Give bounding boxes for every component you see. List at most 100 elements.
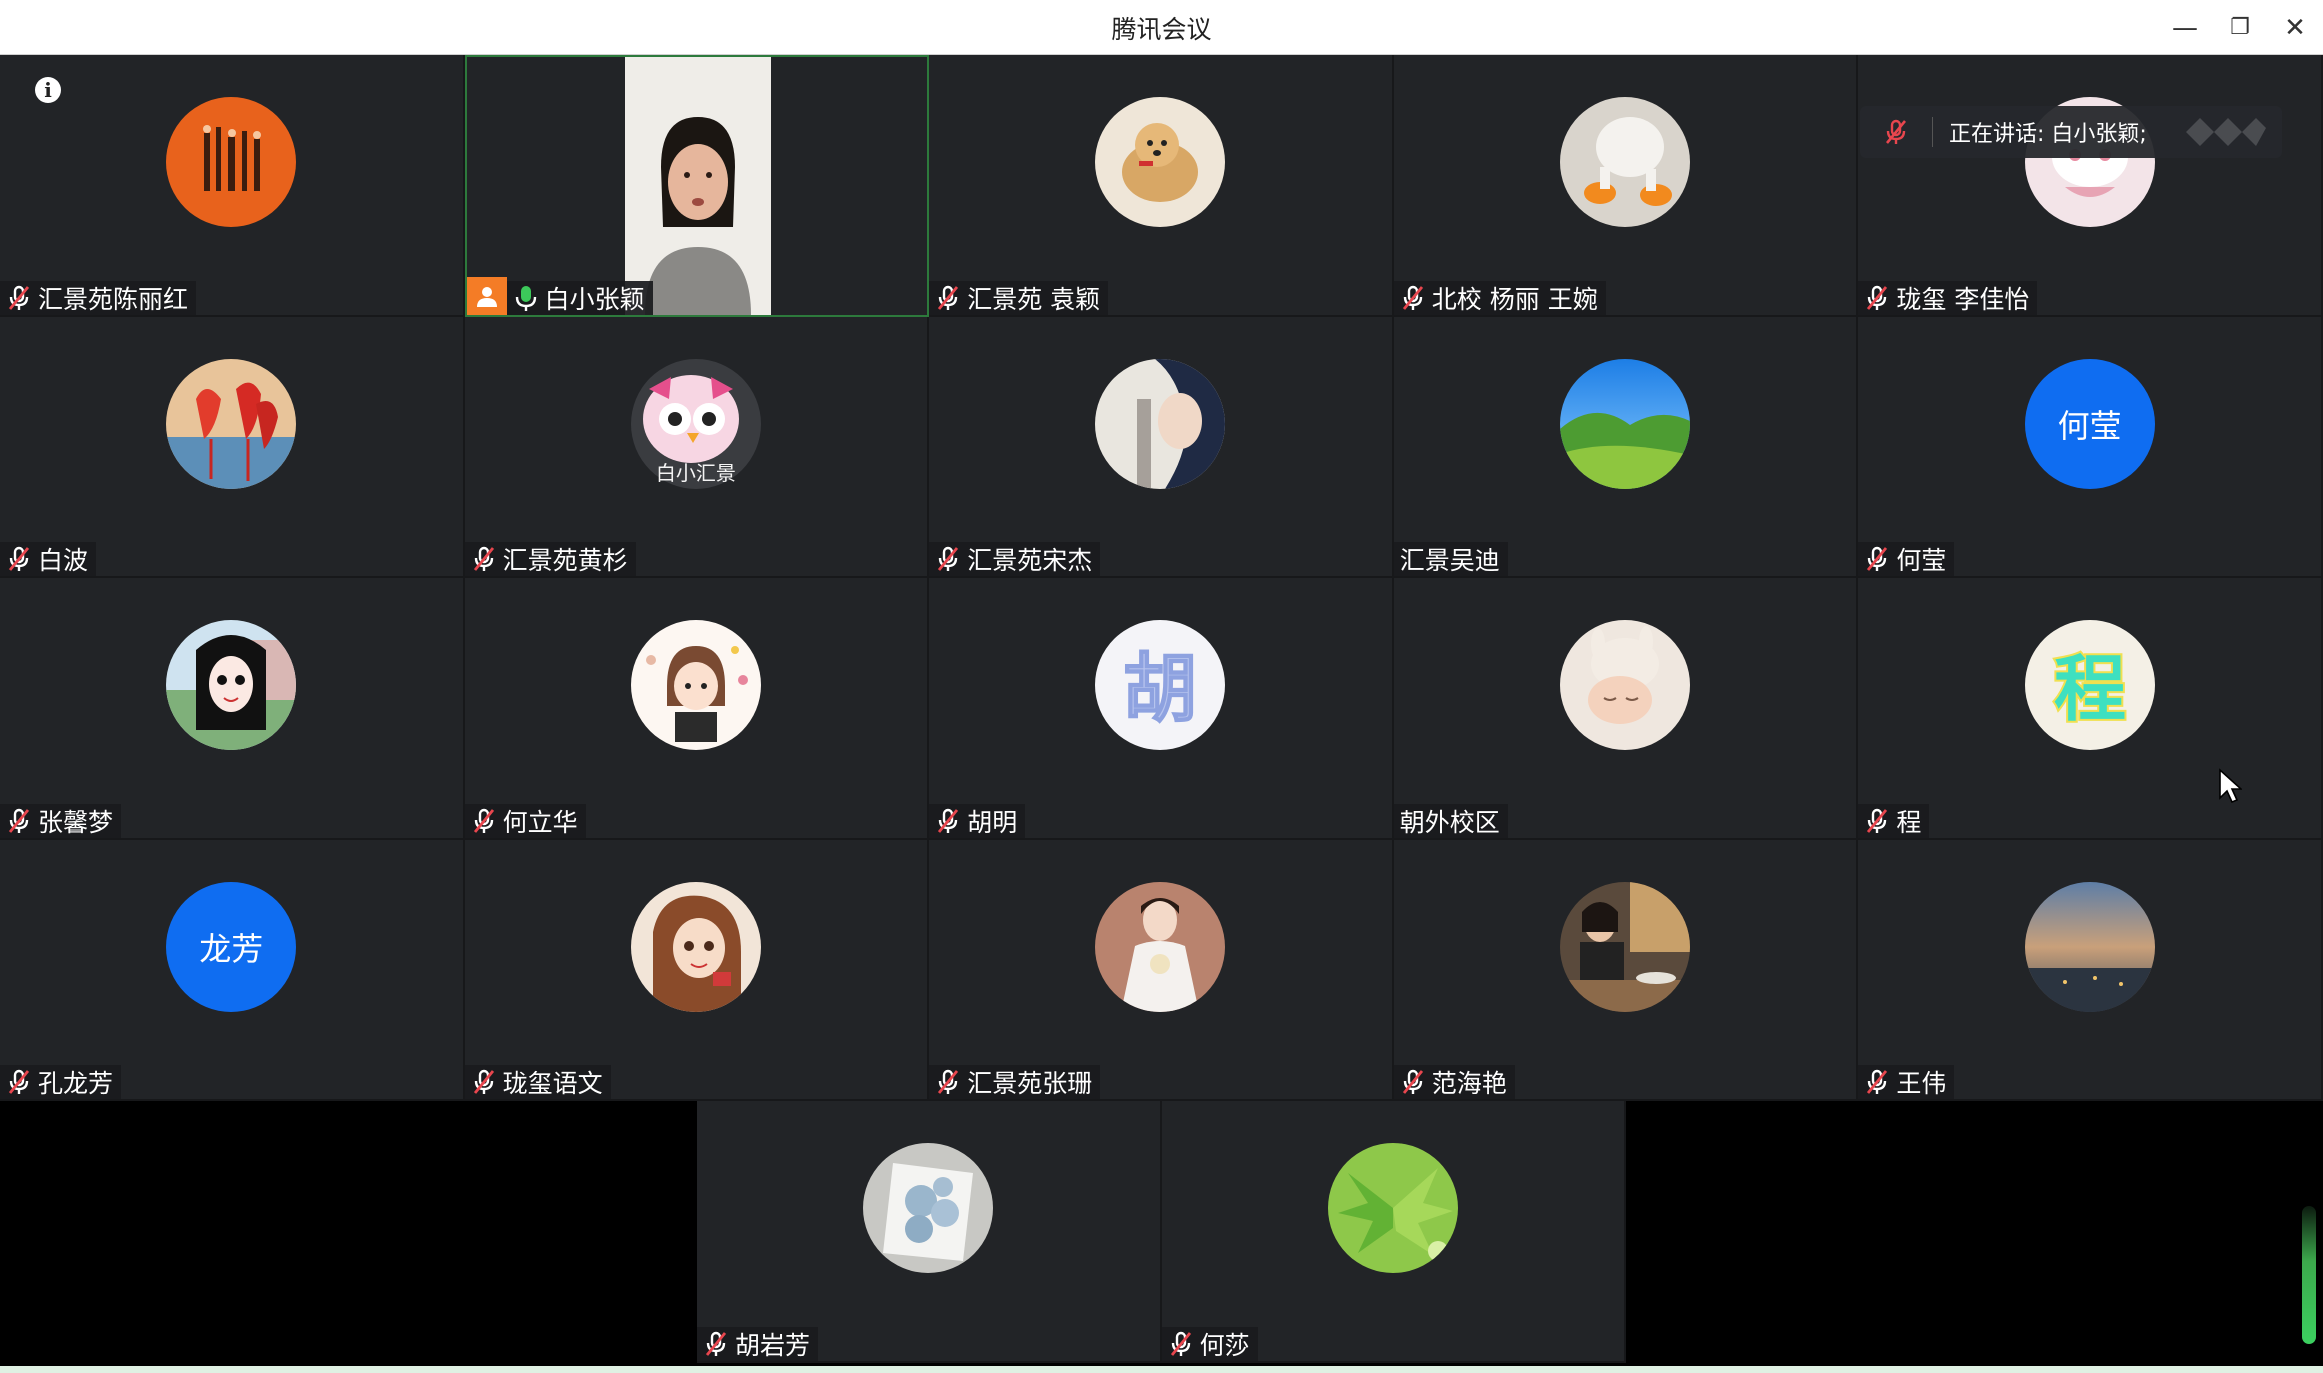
participant-name-bar: 珑玺语文 bbox=[464, 1065, 611, 1100]
avatar: 龙芳 bbox=[166, 881, 297, 1012]
participant-tile[interactable]: 王伟 bbox=[1858, 839, 2323, 1102]
participant-name-bar: 汇景苑陈丽红 bbox=[0, 280, 197, 315]
participant-tile[interactable]: 胡岩芳 bbox=[697, 1101, 1162, 1363]
close-icon[interactable]: ✕ bbox=[2275, 8, 2315, 48]
participant-tile[interactable]: 何立华 bbox=[464, 578, 930, 840]
speaking-text: 正在讲话: 白小张颖; bbox=[1949, 122, 2147, 147]
avatar bbox=[1327, 1143, 1458, 1274]
mic-muted-icon bbox=[938, 546, 959, 572]
audio-wave-icon bbox=[2186, 118, 2266, 146]
bottom-strip bbox=[0, 1366, 2323, 1373]
participant-name: 程 bbox=[1896, 807, 1922, 837]
participant-video bbox=[624, 57, 771, 315]
participant-name: 珑玺语文 bbox=[502, 1069, 603, 1099]
mic-muted-icon bbox=[1170, 1331, 1191, 1356]
participant-tile[interactable]: 汇景苑张珊 bbox=[929, 839, 1394, 1102]
participant-tile[interactable]: 何莎 bbox=[1161, 1101, 1627, 1363]
participant-name: 胡岩芳 bbox=[735, 1330, 811, 1360]
avatar bbox=[1560, 97, 1691, 227]
volume-level-icon bbox=[2302, 1206, 2316, 1344]
avatar: 程 bbox=[2024, 620, 2155, 751]
mic-muted-icon bbox=[473, 1070, 494, 1095]
avatar bbox=[1095, 881, 1226, 1012]
participant-name-bar: 胡明 bbox=[929, 803, 1026, 838]
avatar: 何莹 bbox=[2024, 358, 2155, 489]
avatar bbox=[2024, 881, 2155, 1012]
mic-muted-icon bbox=[1402, 1070, 1423, 1095]
avatar bbox=[166, 358, 297, 489]
participant-name: 白小张颖 bbox=[544, 284, 645, 314]
participant-name-bar: 孔龙芳 bbox=[0, 1065, 122, 1100]
mic-muted-icon bbox=[8, 1070, 30, 1095]
participant-name: 汇景苑 袁颖 bbox=[967, 284, 1101, 314]
participant-tile[interactable]: 朝外校区 bbox=[1393, 578, 1859, 840]
avatar: 胡 bbox=[1095, 620, 1226, 751]
participant-name: 白波 bbox=[38, 546, 89, 576]
window-title: 腾讯会议 bbox=[1111, 15, 1212, 44]
participant-tile[interactable]: 范海艳 bbox=[1393, 839, 1859, 1102]
participant-tile[interactable]: 珑玺语文 bbox=[464, 839, 930, 1102]
participant-name-bar: 汇景苑 袁颖 bbox=[929, 280, 1109, 315]
mic-muted-icon bbox=[473, 808, 494, 833]
participant-tile[interactable]: 白波 bbox=[0, 316, 465, 579]
mic-muted-icon bbox=[1867, 808, 1888, 833]
participant-tile[interactable]: 汇景苑宋杰 bbox=[929, 316, 1394, 579]
participant-tile[interactable]: 白小张颖 bbox=[464, 55, 930, 317]
participant-name-bar: 白波 bbox=[0, 542, 97, 577]
participant-name: 范海艳 bbox=[1431, 1069, 1507, 1099]
mic-muted-icon bbox=[473, 546, 494, 572]
participant-tile[interactable]: 汇景苑 袁颖 bbox=[929, 55, 1394, 317]
participant-tile[interactable]: 珑玺 李佳怡 bbox=[1858, 55, 2323, 317]
participant-name: 汇景吴迪 bbox=[1399, 546, 1500, 576]
participant-tile[interactable]: 张馨梦 bbox=[0, 578, 465, 840]
participant-tile[interactable]: 何莹 何莹 bbox=[1858, 316, 2323, 579]
participant-name-bar: 胡岩芳 bbox=[697, 1326, 819, 1361]
mic-muted-icon bbox=[8, 285, 30, 310]
avatar bbox=[863, 1143, 994, 1274]
participant-name-bar: 汇景苑张珊 bbox=[929, 1065, 1101, 1100]
participant-name: 朝外校区 bbox=[1399, 807, 1500, 837]
participant-name-bar: 珑玺 李佳怡 bbox=[1858, 280, 2038, 315]
participant-name-bar: 范海艳 bbox=[1393, 1065, 1515, 1100]
avatar bbox=[1095, 358, 1226, 489]
participant-name: 珑玺 李佳怡 bbox=[1896, 284, 2030, 314]
participant-grid: 汇景苑陈丽红 白小张颖 汇景苑 袁颖 北校 杨丽 王婉 珑玺 李佳怡白波 白小汇景 汇景苑黄… bbox=[0, 55, 2323, 1366]
mic-muted-icon bbox=[1867, 1070, 1888, 1095]
restore-icon[interactable]: ❐ bbox=[2220, 8, 2260, 48]
mic-muted-icon bbox=[938, 808, 959, 833]
participant-tile[interactable]: 胡胡明 bbox=[929, 578, 1394, 840]
participant-name-bar: 何立华 bbox=[464, 803, 586, 838]
info-icon[interactable]: i bbox=[35, 77, 61, 103]
mic-muted-icon bbox=[8, 546, 30, 572]
participant-name: 北校 杨丽 王婉 bbox=[1431, 284, 1598, 314]
participant-name-bar: 汇景吴迪 bbox=[1393, 542, 1508, 577]
participant-name-bar: 何莎 bbox=[1161, 1326, 1258, 1361]
avatar bbox=[1095, 97, 1226, 227]
participant-name: 王伟 bbox=[1896, 1069, 1947, 1099]
participant-name: 汇景苑宋杰 bbox=[967, 546, 1093, 576]
mic-muted-icon bbox=[1402, 285, 1423, 310]
divider bbox=[1932, 117, 1933, 147]
participant-name: 汇景苑张珊 bbox=[967, 1069, 1093, 1099]
participant-name-bar: 汇景苑黄杉 bbox=[464, 542, 636, 577]
mic-muted-icon bbox=[938, 285, 959, 310]
participant-tile[interactable]: 程程 bbox=[1858, 578, 2323, 840]
participant-tile[interactable]: 白小汇景 汇景苑黄杉 bbox=[464, 316, 930, 579]
participant-name: 汇景苑黄杉 bbox=[502, 546, 628, 576]
speaking-indicator: 正在讲话: 白小张颖; bbox=[1860, 106, 2282, 158]
participant-name-bar: 白小张颖 bbox=[506, 280, 653, 315]
participant-name-bar: 张馨梦 bbox=[0, 803, 122, 838]
participant-name-bar: 何莹 bbox=[1858, 542, 1955, 577]
participant-name: 汇景苑陈丽红 bbox=[38, 284, 189, 314]
participant-name-bar: 王伟 bbox=[1858, 1065, 1955, 1100]
participant-tile[interactable]: 汇景吴迪 bbox=[1393, 316, 1859, 579]
mic-active-icon bbox=[515, 285, 536, 311]
participant-name: 何莹 bbox=[1896, 546, 1947, 576]
participant-tile[interactable]: 北校 杨丽 王婉 bbox=[1393, 55, 1859, 317]
minimize-icon[interactable]: — bbox=[2165, 8, 2205, 48]
participant-name-bar: 北校 杨丽 王婉 bbox=[1393, 280, 1606, 315]
participant-tile[interactable]: 龙芳孔龙芳 bbox=[0, 839, 465, 1102]
participant-name: 张馨梦 bbox=[38, 807, 114, 837]
participant-tile[interactable]: 汇景苑陈丽红 bbox=[0, 55, 465, 317]
mic-muted-icon bbox=[8, 808, 30, 833]
